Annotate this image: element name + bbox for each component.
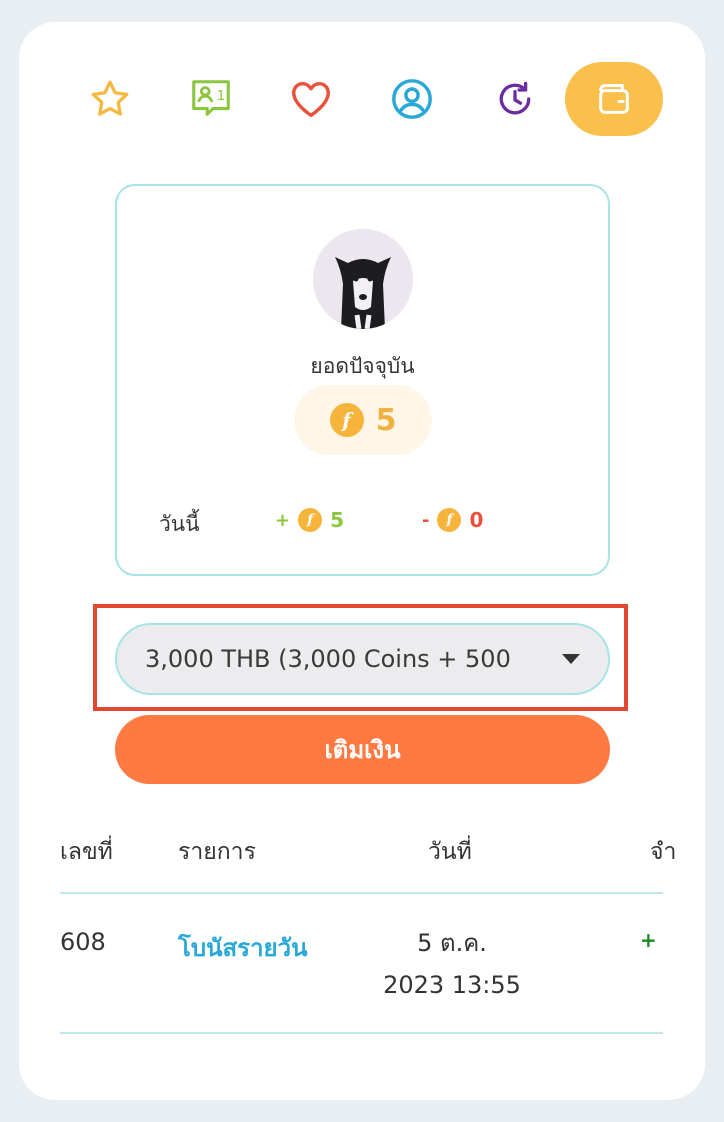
plus-sign: + [275,509,291,531]
heart-icon [292,81,330,118]
dog-avatar-image [313,229,413,329]
coin-icon: f [329,403,364,437]
star-icon [91,80,129,116]
balance-card: ยอดปัจจุบัน f 5 วันนี้ + f 5 - f 0 [115,184,610,576]
user-chat-icon: 1 [192,80,230,116]
package-select[interactable]: 3,000 THB (3,000 Coins + 500 [115,623,610,695]
user-circle-icon [392,79,432,119]
today-plus-value: 5 [330,508,345,532]
history-tab[interactable] [466,62,564,136]
chevron-down-icon [562,654,580,664]
row-date: 5 ต.ค. 2023 13:55 [357,922,547,1006]
balance-value: 5 [375,402,397,438]
svg-text:1: 1 [217,89,226,104]
header-item: รายการ [178,839,256,865]
row-date-line1: 5 ต.ค. [417,929,487,957]
row-date-line2: 2023 13:55 [383,971,521,999]
top-nav: 1 [19,22,705,182]
coin-icon: f [437,508,462,532]
header-number: เลขที่ [60,839,113,865]
minus-sign: - [422,509,430,531]
transaction-table: เลขที่ รายการ วันที่ จำ 608 โบนัสรายวัน … [60,822,676,1034]
topup-button[interactable]: เติมเงิน [115,715,610,784]
friends-tab[interactable]: 1 [162,62,260,136]
balance-pill: f 5 [294,385,432,455]
wallet-icon [599,84,629,114]
today-expense: - f 0 [422,508,483,532]
wallet-tab[interactable] [565,62,663,136]
clock-refresh-icon [499,81,531,115]
package-selected-value: 3,000 THB (3,000 Coins + 500 [145,645,511,673]
likes-tab[interactable] [262,62,360,136]
wallet-panel: 1 ยอดปัจจุบัน f 5 วันนี้ + f 5 - f 0 3,0… [19,22,705,1100]
coin-icon: f [298,508,323,532]
today-minus-value: 0 [469,508,484,532]
avatar [313,229,413,329]
today-label: วันนี้ [159,512,200,536]
balance-label: ยอดปัจจุบัน [310,354,415,378]
table-header: เลขที่ รายการ วันที่ จำ [60,822,676,894]
header-date: วันที่ [428,839,472,865]
row-number: 608 [60,928,106,956]
today-income: + f 5 [275,508,344,532]
row-title[interactable]: โบนัสรายวัน [178,928,308,967]
table-row: 608 โบนัสรายวัน 5 ต.ค. 2023 13:55 + [60,894,663,1034]
favorites-tab[interactable] [61,62,159,136]
row-amount: + [640,928,657,952]
profile-tab[interactable] [363,62,461,136]
header-amount: จำ [650,839,677,865]
